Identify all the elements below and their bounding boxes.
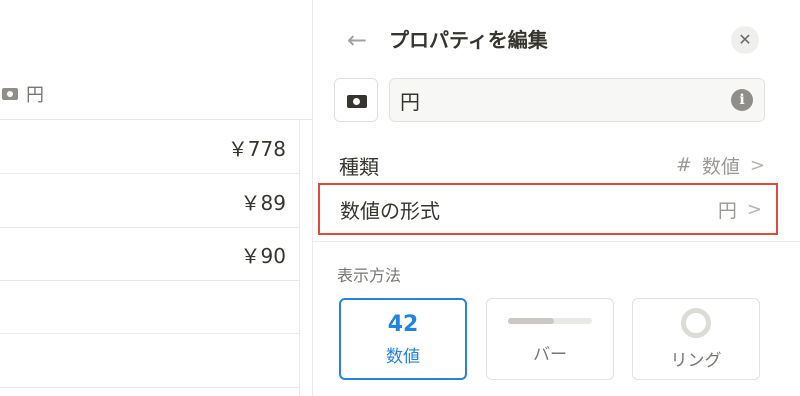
number-format-row[interactable]: 数値の形式 円 >: [318, 183, 778, 235]
display-option-bar-label: バー: [533, 344, 567, 365]
money-icon: [2, 87, 18, 100]
number-format-value-group: 円 >: [718, 196, 762, 223]
display-option-ring-label: リング: [670, 350, 722, 371]
property-type-value-group: # 数値 >: [676, 152, 765, 179]
panel-title: プロパティを編集: [389, 28, 548, 52]
table-cell[interactable]: ￥89: [0, 175, 300, 228]
column-header-label: 円: [26, 84, 44, 106]
display-option-ring[interactable]: リング: [632, 298, 760, 380]
property-type-row[interactable]: 種類 # 数値 >: [323, 141, 779, 189]
cell-value: ￥90: [240, 243, 286, 268]
property-name-input[interactable]: [389, 78, 765, 122]
info-icon[interactable]: i: [731, 89, 753, 111]
number-format-label: 数値の形式: [340, 198, 440, 223]
edit-property-panel: ← プロパティを編集 ✕ i 種類 # 数値 > 数値の形式 円 > 表示方法 …: [312, 0, 800, 396]
chevron-right-icon: >: [749, 154, 765, 176]
property-type-label: 種類: [339, 154, 379, 179]
cell-value: ￥89: [240, 190, 286, 215]
app-root: 円 ￥778 ￥89 ￥90 ← プロパティを編集 ✕ i 種類 # 数値 > …: [0, 0, 800, 396]
ring-preview: [681, 307, 711, 338]
number-sample: 42: [387, 311, 419, 337]
display-option-number-label: 数値: [386, 346, 420, 367]
number-format-value: 円: [717, 199, 737, 222]
hash-icon: #: [675, 154, 692, 176]
display-option-number[interactable]: 42 数値: [339, 298, 467, 380]
bar-preview: [508, 317, 592, 324]
back-arrow-icon[interactable]: ←: [343, 26, 371, 54]
table-cell[interactable]: ￥90: [0, 228, 300, 281]
table-cell[interactable]: [0, 281, 300, 334]
table-cell[interactable]: [0, 335, 300, 388]
chevron-right-icon: >: [746, 198, 762, 220]
section-divider: [313, 241, 800, 242]
display-section-label: 表示方法: [337, 266, 402, 285]
column-header[interactable]: 円: [0, 68, 312, 120]
property-icon-button[interactable]: [334, 78, 378, 122]
display-option-bar[interactable]: バー: [486, 298, 614, 380]
database-table: 円 ￥778 ￥89 ￥90: [0, 0, 312, 396]
bar-preview-fill: [508, 317, 555, 324]
close-icon[interactable]: ✕: [731, 26, 759, 54]
property-type-value: 数値: [701, 155, 740, 178]
column-divider: [299, 120, 300, 396]
money-icon: [347, 95, 367, 108]
table-cell[interactable]: ￥778: [0, 121, 300, 174]
cell-value: ￥778: [227, 136, 286, 161]
